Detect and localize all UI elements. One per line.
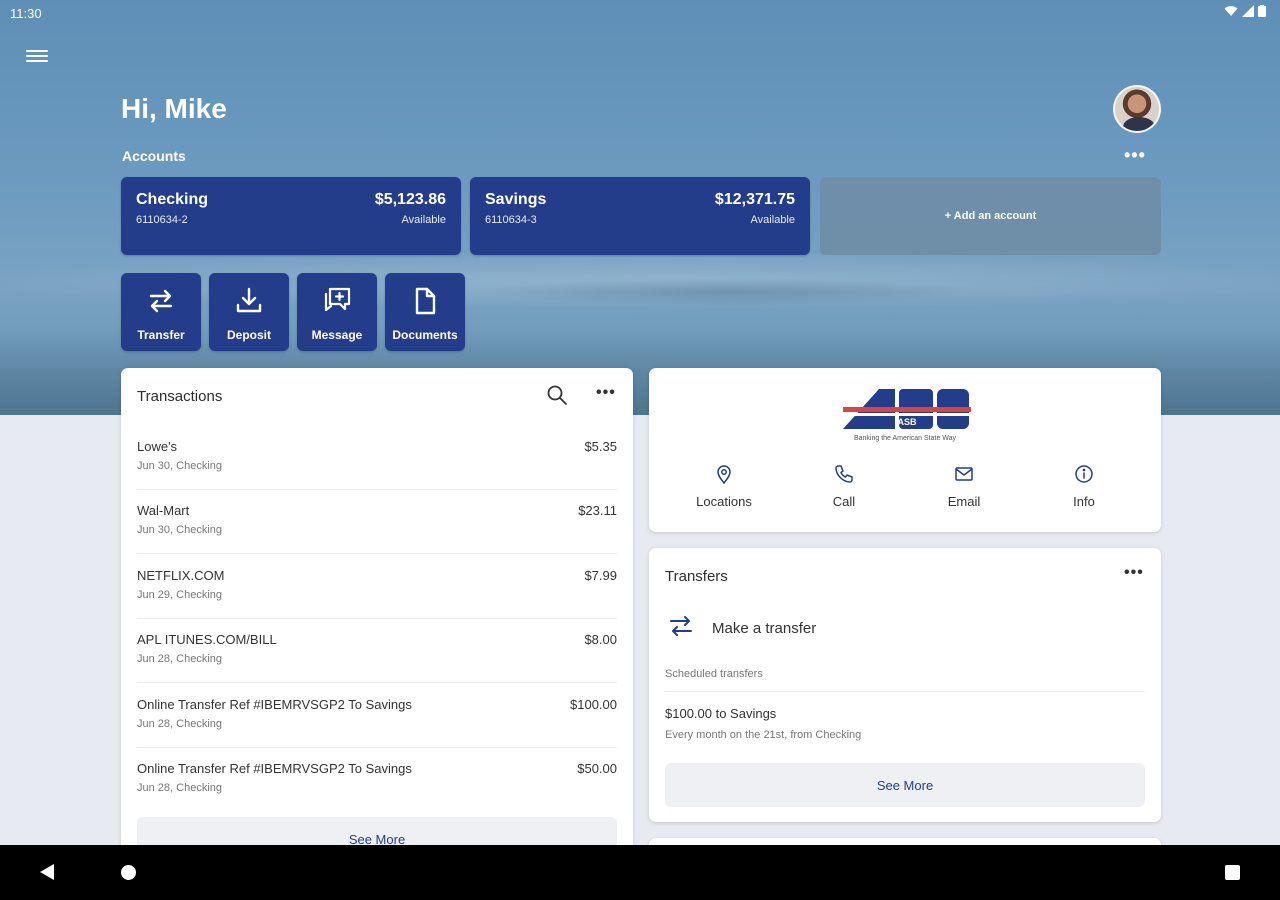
info-label: Info <box>1073 494 1095 509</box>
transaction-amount: $100.00 <box>570 697 617 712</box>
account-balance: $5,123.86 <box>374 191 446 208</box>
make-transfer-button[interactable]: Make a transfer <box>665 610 1145 646</box>
account-number: 6110634-3 <box>485 214 537 226</box>
documents-label: Documents <box>392 328 458 342</box>
call-label: Call <box>832 494 856 509</box>
make-transfer-label: Make a transfer <box>712 620 817 637</box>
table-row[interactable]: Wal-Mart Jun 30, Checking $23.11 <box>137 490 617 554</box>
table-row[interactable]: Online Transfer Ref #IBEMRVSGP2 To Savin… <box>137 748 617 812</box>
transaction-meta: Jun 30, Checking <box>137 524 222 536</box>
transactions-title: Transactions <box>137 388 223 405</box>
svg-text:ASB: ASB <box>897 417 917 427</box>
home-icon[interactable] <box>121 865 136 880</box>
call-button[interactable]: Call <box>784 462 904 512</box>
transaction-meta: Jun 28, Checking <box>137 653 222 665</box>
transactions-card: Transactions ••• Lowe's Jun 30, Checking… <box>121 368 633 868</box>
account-available-label: Available <box>401 214 446 226</box>
account-balance: $12,371.75 <box>714 191 795 208</box>
email-label: Email <box>947 494 981 509</box>
deposit-icon <box>236 287 262 313</box>
transactions-more-icon[interactable]: ••• <box>596 384 616 402</box>
deposit-button[interactable]: Deposit <box>209 273 289 351</box>
transaction-amount: $5.35 <box>584 439 617 454</box>
transaction-meta: Jun 28, Checking <box>137 718 222 730</box>
table-row[interactable]: APL ITUNES.COM/BILL Jun 28, Checking $8.… <box>137 619 617 683</box>
back-icon[interactable] <box>40 864 54 880</box>
account-card-checking[interactable]: Checking 6110634-2 $5,123.86 Available <box>121 177 461 255</box>
transfers-more-icon[interactable]: ••• <box>1124 564 1144 582</box>
transfer-button[interactable]: Transfer <box>121 273 201 351</box>
bank-info-card: ASB Banking the American State Way Locat… <box>649 368 1161 532</box>
system-nav-bar <box>0 845 1280 900</box>
add-account-button[interactable]: + Add an account <box>820 177 1161 255</box>
transaction-amount: $50.00 <box>577 761 617 776</box>
transaction-description: Online Transfer Ref #IBEMRVSGP2 To Savin… <box>137 697 412 712</box>
status-bar: 11:30 <box>0 0 1280 26</box>
message-icon <box>324 287 351 312</box>
transfers-title: Transfers <box>665 568 728 585</box>
menu-icon[interactable] <box>26 47 48 65</box>
transfers-card: Transfers ••• Make a transfer Scheduled … <box>649 548 1161 822</box>
transaction-amount: $8.00 <box>584 632 617 647</box>
scheduled-transfer-subtitle: Every month on the 21st, from Checking <box>665 729 862 741</box>
account-card-savings[interactable]: Savings 6110634-3 $12,371.75 Available <box>470 177 810 255</box>
greeting-title: Hi, Mike <box>121 93 227 124</box>
wifi-icon <box>1224 6 1238 16</box>
email-icon <box>955 467 973 481</box>
hero-cloud-band <box>480 278 980 306</box>
accounts-label: Accounts <box>122 148 186 164</box>
location-pin-icon <box>717 465 731 484</box>
avatar[interactable] <box>1113 85 1161 133</box>
scheduled-transfers-label: Scheduled transfers <box>665 668 763 680</box>
account-name: Savings <box>485 191 547 208</box>
transaction-description: Online Transfer Ref #IBEMRVSGP2 To Savin… <box>137 761 412 776</box>
transfer-icon <box>670 616 692 636</box>
scheduled-transfer-item[interactable]: $100.00 to Savings Every month on the 21… <box>665 706 1145 750</box>
table-row[interactable]: NETFLIX.COM Jun 29, Checking $7.99 <box>137 555 617 619</box>
phone-icon <box>835 465 853 483</box>
email-button[interactable]: Email <box>904 462 1024 512</box>
info-icon <box>1075 465 1093 483</box>
transaction-description: Lowe's <box>137 439 178 454</box>
transaction-meta: Jun 29, Checking <box>137 589 222 601</box>
table-row[interactable]: Lowe's Jun 30, Checking $5.35 <box>137 426 617 490</box>
transaction-description: Wal-Mart <box>137 503 190 518</box>
accounts-more-icon[interactable]: ••• <box>1124 145 1146 166</box>
divider <box>665 691 1145 692</box>
transaction-amount: $7.99 <box>584 568 617 583</box>
bank-tagline: Banking the American State Way <box>853 435 957 442</box>
battery-icon <box>1258 5 1266 17</box>
deposit-label: Deposit <box>226 328 271 342</box>
documents-button[interactable]: Documents <box>385 273 465 351</box>
transaction-description: APL ITUNES.COM/BILL <box>137 632 277 647</box>
transfers-see-more-button[interactable]: See More <box>665 763 1145 807</box>
search-icon[interactable] <box>546 384 568 406</box>
locations-button[interactable]: Locations <box>664 462 784 512</box>
transaction-meta: Jun 30, Checking <box>137 460 222 472</box>
recent-apps-icon[interactable] <box>1225 865 1240 880</box>
locations-label: Locations <box>696 494 752 509</box>
transfer-icon <box>149 289 173 313</box>
documents-icon <box>415 287 436 315</box>
system-icons <box>1224 5 1266 17</box>
transaction-description: NETFLIX.COM <box>137 568 225 583</box>
message-button[interactable]: Message <box>297 273 377 351</box>
table-row[interactable]: Online Transfer Ref #IBEMRVSGP2 To Savin… <box>137 684 617 748</box>
transfer-label: Transfer <box>137 328 185 342</box>
info-button[interactable]: Info <box>1024 462 1144 512</box>
account-name: Checking <box>136 191 209 208</box>
transaction-meta: Jun 28, Checking <box>137 782 222 794</box>
status-time: 11:30 <box>10 6 42 21</box>
account-number: 6110634-2 <box>136 214 188 226</box>
account-available-label: Available <box>750 214 795 226</box>
scheduled-transfer-title: $100.00 to Savings <box>665 706 777 721</box>
signal-icon <box>1242 5 1254 17</box>
transaction-amount: $23.11 <box>578 503 617 518</box>
message-label: Message <box>311 328 363 342</box>
